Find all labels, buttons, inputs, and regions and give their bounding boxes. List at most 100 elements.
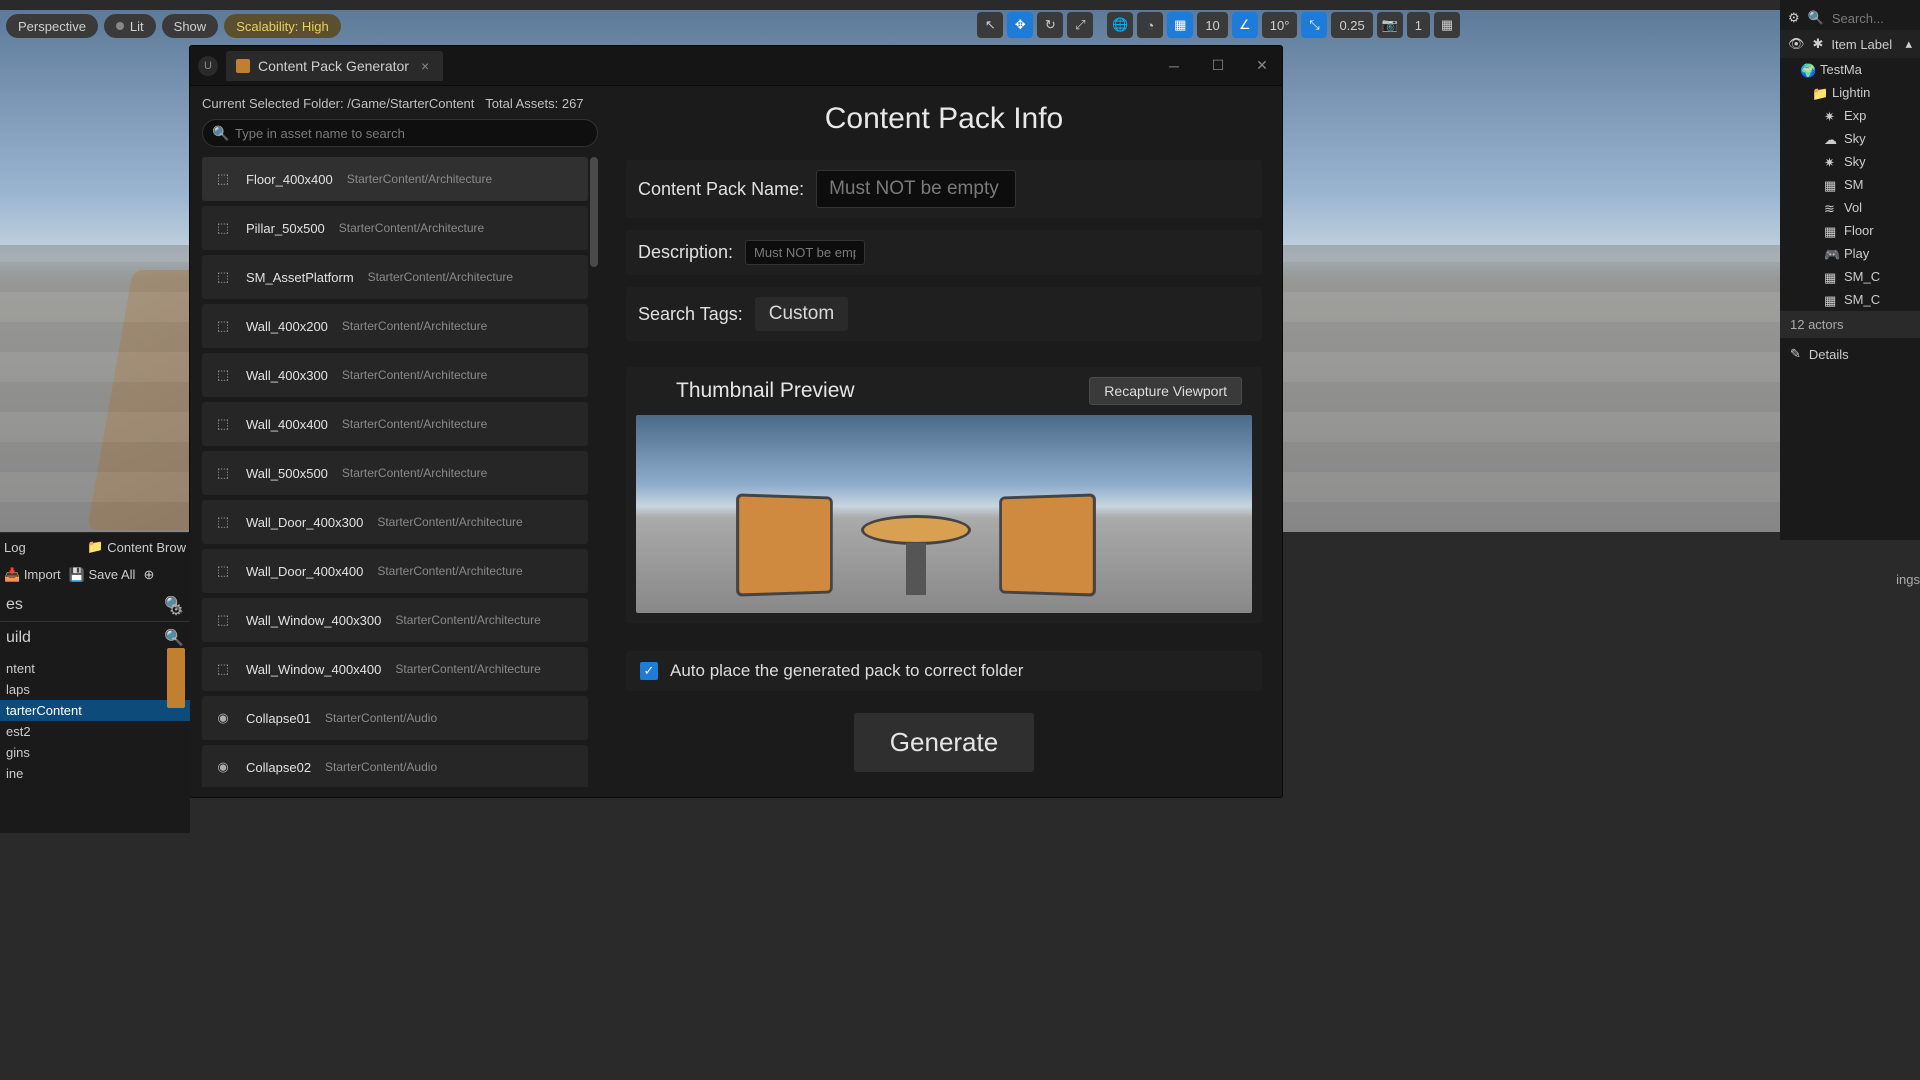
outliner-row[interactable]: 🌍TestMa	[1780, 58, 1920, 81]
asset-path: StarterContent/Architecture	[395, 613, 540, 627]
asset-item[interactable]: ⬚Wall_Window_400x300StarterContent/Archi…	[202, 598, 588, 642]
tree-item[interactable]: ine	[0, 763, 190, 784]
folder-icon: 📁	[1812, 86, 1826, 100]
tree-item[interactable]: est2	[0, 721, 190, 742]
generate-button[interactable]: Generate	[854, 713, 1034, 772]
autoplace-row[interactable]: ✓ Auto place the generated pack to corre…	[626, 651, 1262, 691]
camera-speed-button[interactable]: 📷	[1377, 12, 1403, 38]
asset-item[interactable]: ⬚Wall_Door_400x300StarterContent/Archite…	[202, 500, 588, 544]
asset-path: StarterContent/Audio	[325, 760, 437, 774]
asset-item[interactable]: ⬚Pillar_50x500StarterContent/Architectur…	[202, 206, 588, 250]
folder-tree: ntentlapstarterContentest2ginsine	[0, 654, 190, 788]
folder-info-line: Current Selected Folder: /Game/StarterCo…	[202, 96, 598, 111]
asset-item[interactable]: ⬚Wall_400x200StarterContent/Architecture	[202, 304, 588, 348]
outliner-label: Sky	[1844, 131, 1866, 146]
asset-name: Wall_400x400	[246, 417, 328, 432]
scalability-dropdown[interactable]: Scalability: High	[224, 14, 341, 38]
outliner-search-input[interactable]	[1832, 11, 1912, 26]
details-icon: ✎	[1790, 346, 1801, 362]
tree-item[interactable]: laps	[0, 679, 190, 700]
outliner-settings-icon[interactable]: ⚙	[1788, 10, 1800, 26]
outliner-row[interactable]: 📁Lightin	[1780, 81, 1920, 104]
favorites-fragment: es	[6, 596, 23, 614]
outliner-row[interactable]: ✷Exp	[1780, 104, 1920, 127]
description-label: Description:	[638, 242, 733, 263]
mesh-icon: ⬚	[214, 170, 232, 188]
details-tab[interactable]: ✎ Details	[1780, 338, 1920, 370]
asset-item[interactable]: ⬚Floor_400x400StarterContent/Architectur…	[202, 157, 588, 201]
grid-snap-value[interactable]: 10	[1197, 12, 1227, 38]
type-icon: ✱	[1813, 36, 1824, 52]
tree-item[interactable]: ntent	[0, 658, 190, 679]
asset-path: StarterContent/Architecture	[395, 662, 540, 676]
outliner-column-header[interactable]: 👁 ✱ Item Label ▴	[1780, 30, 1920, 58]
outliner-row[interactable]: ☁Sky	[1780, 127, 1920, 150]
perspective-dropdown[interactable]: Perspective	[6, 14, 98, 38]
outliner-row[interactable]: ✷Sky	[1780, 150, 1920, 173]
asset-item[interactable]: ◉Collapse01StarterContent/Audio	[202, 696, 588, 740]
tree-item[interactable]: gins	[0, 742, 190, 763]
asset-item[interactable]: ⬚Wall_Door_400x400StarterContent/Archite…	[202, 549, 588, 593]
camera-speed-value[interactable]: 1	[1407, 12, 1430, 38]
audio-icon: ◉	[214, 758, 232, 776]
asset-item[interactable]: ⬚SM_AssetPlatformStarterContent/Architec…	[202, 255, 588, 299]
import-button[interactable]: 📥 Import	[4, 567, 61, 583]
asset-item[interactable]: ⬚Wall_Window_400x400StarterContent/Archi…	[202, 647, 588, 691]
outliner-label: SM_C	[1844, 292, 1880, 307]
scale-snap-toggle[interactable]: ⤡	[1301, 12, 1327, 38]
outliner-row[interactable]: ▦SM_C	[1780, 265, 1920, 288]
minimize-button[interactable]: ─	[1162, 54, 1186, 78]
autoplace-checkbox[interactable]: ✓	[640, 662, 658, 680]
asset-path: StarterContent/Architecture	[347, 172, 492, 186]
outliner-row[interactable]: ▦Floor	[1780, 219, 1920, 242]
content-browser-tab[interactable]: 📁 Content Brow	[87, 539, 186, 555]
pack-icon	[236, 59, 250, 73]
output-log-tab[interactable]: Log	[4, 540, 26, 555]
asset-name: Wall_Door_400x400	[246, 564, 363, 579]
asset-item[interactable]: ⬚Wall_400x300StarterContent/Architecture	[202, 353, 588, 397]
surface-snap-toggle[interactable]: ◔	[1137, 12, 1163, 38]
pack-name-input[interactable]	[816, 170, 1016, 208]
asset-item[interactable]: ⬚Wall_400x400StarterContent/Architecture	[202, 402, 588, 446]
asset-item[interactable]: ◉Collapse02StarterContent/Audio	[202, 745, 588, 787]
asset-search-input[interactable]	[202, 119, 598, 147]
outliner-label: Sky	[1844, 154, 1866, 169]
outliner-row[interactable]: ≋Vol	[1780, 196, 1920, 219]
outliner-label: Play	[1844, 246, 1869, 261]
select-mode-button[interactable]: ↖	[977, 12, 1003, 38]
tag-chip[interactable]: Custom	[755, 297, 848, 331]
thumbnail-section: Thumbnail Preview Recapture Viewport	[626, 367, 1262, 623]
outliner-row[interactable]: 🎮Play	[1780, 242, 1920, 265]
build-fragment: uild	[6, 629, 31, 647]
translate-mode-button[interactable]: ✥	[1007, 12, 1033, 38]
rotate-mode-button[interactable]: ↻	[1037, 12, 1063, 38]
scale-snap-value[interactable]: 0.25	[1331, 12, 1372, 38]
pack-name-row: Content Pack Name:	[626, 160, 1262, 218]
add-button[interactable]: ⊕	[143, 567, 154, 583]
save-all-button[interactable]: 💾 Save All	[69, 567, 136, 583]
recapture-viewport-button[interactable]: Recapture Viewport	[1089, 377, 1242, 405]
angle-snap-value[interactable]: 10°	[1262, 12, 1298, 38]
show-dropdown[interactable]: Show	[162, 14, 219, 38]
tags-row: Search Tags: Custom	[626, 287, 1262, 341]
dialog-tab[interactable]: Content Pack Generator ×	[226, 51, 443, 81]
outliner-row[interactable]: ▦SM	[1780, 173, 1920, 196]
close-tab-button[interactable]: ×	[417, 58, 433, 74]
viewport-layout-button[interactable]: ▦	[1434, 12, 1460, 38]
filter-icon[interactable]: ⚙	[167, 600, 185, 618]
content-pack-info-pane: Content Pack Info Content Pack Name: Des…	[606, 86, 1282, 797]
outliner-row[interactable]: ▦SM_C	[1780, 288, 1920, 311]
close-button[interactable]: ✕	[1250, 54, 1274, 78]
asset-path: StarterContent/Architecture	[342, 417, 487, 431]
angle-snap-toggle[interactable]: ∠	[1232, 12, 1258, 38]
description-input[interactable]	[745, 240, 865, 265]
asset-item[interactable]: ⬚Wall_500x500StarterContent/Architecture	[202, 451, 588, 495]
grid-snap-toggle[interactable]: ▦	[1167, 12, 1193, 38]
maximize-button[interactable]: ☐	[1206, 54, 1230, 78]
tree-item[interactable]: tarterContent	[0, 700, 190, 721]
content-pack-info-title: Content Pack Info	[626, 102, 1262, 136]
lit-mode-dropdown[interactable]: Lit	[104, 14, 156, 38]
asset-list-scrollbar[interactable]	[590, 157, 598, 267]
world-space-toggle[interactable]: 🌐	[1107, 12, 1133, 38]
scale-mode-button[interactable]: ⤢	[1067, 12, 1093, 38]
